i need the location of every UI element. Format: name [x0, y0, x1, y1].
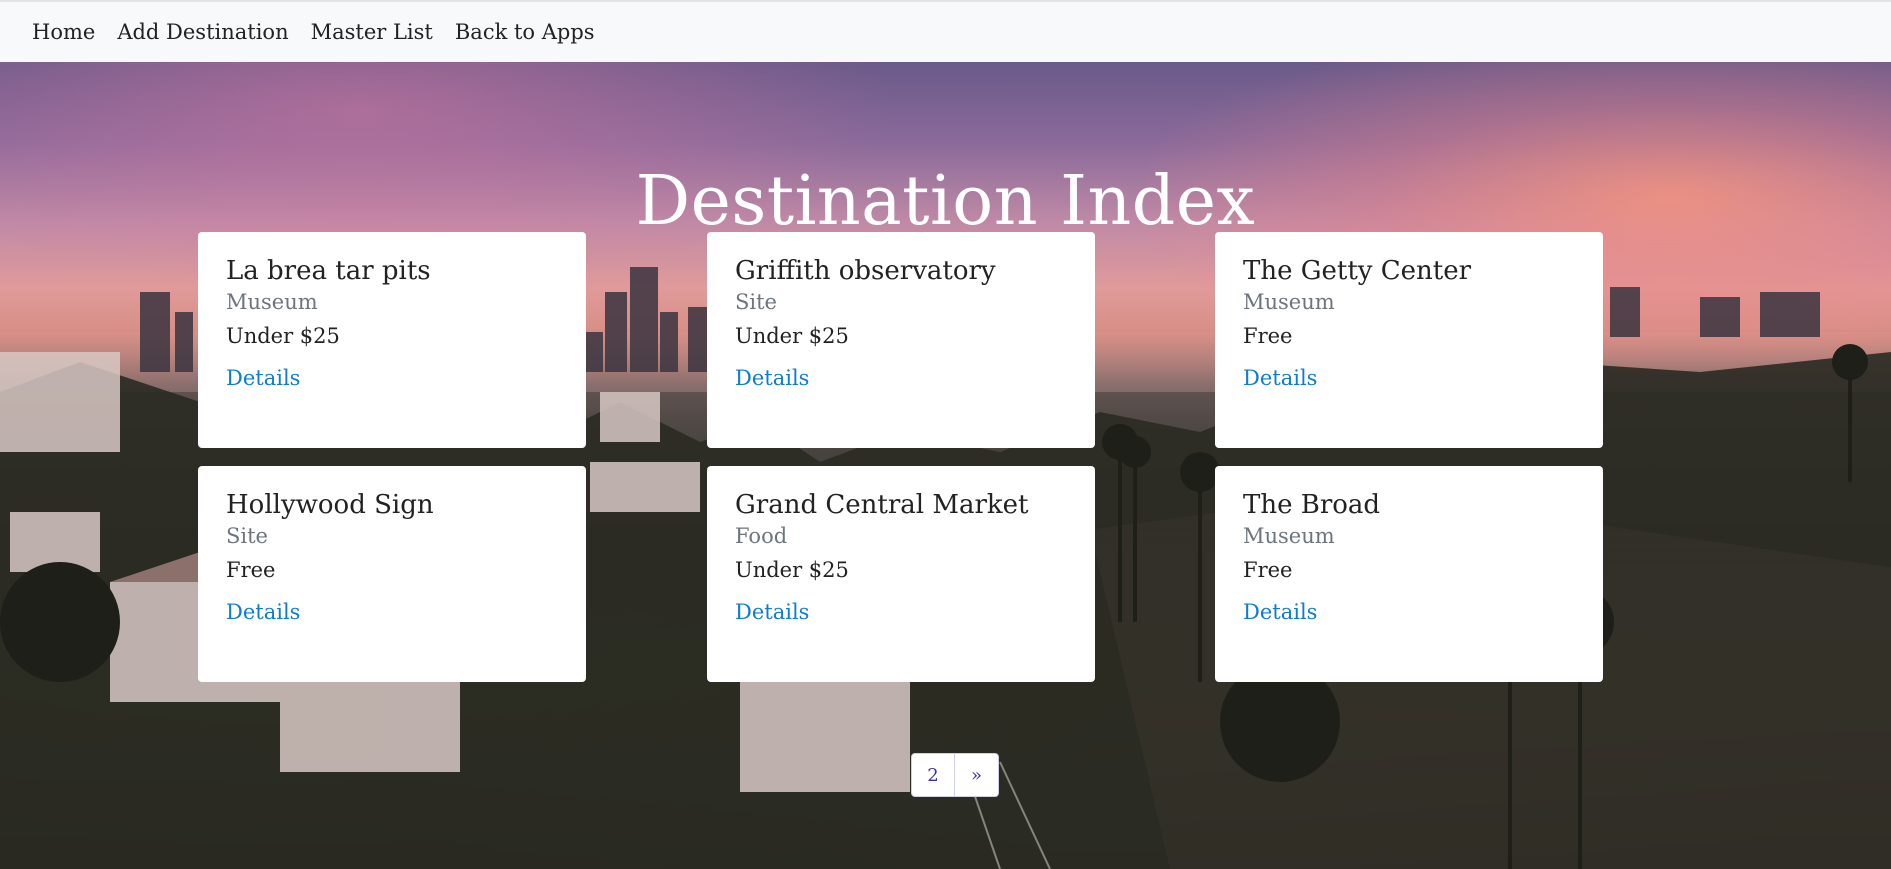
card-price: Under $25	[735, 324, 849, 348]
card-price: Free	[1243, 558, 1293, 582]
pagination-page-2[interactable]: 2	[911, 753, 955, 797]
card-title: Grand Central Market	[735, 490, 1029, 520]
top-navbar: Home Add Destination Master List Back to…	[0, 0, 1891, 62]
card-title: Griffith observatory	[735, 256, 996, 286]
card-price: Under $25	[226, 324, 340, 348]
card-price: Free	[1243, 324, 1293, 348]
card-details-link[interactable]: Details	[735, 600, 809, 624]
nav-back-to-apps-link[interactable]: Back to Apps	[455, 20, 595, 44]
card-category: Site	[226, 524, 268, 548]
card-category: Museum	[1243, 524, 1335, 548]
card-title: The Broad	[1243, 490, 1381, 520]
card-category: Museum	[1243, 290, 1335, 314]
nav-home-link[interactable]: Home	[32, 20, 95, 44]
card-title: La brea tar pits	[226, 256, 431, 286]
card-category: Food	[735, 524, 788, 548]
card-category: Museum	[226, 290, 318, 314]
pagination-next-button[interactable]: »	[955, 753, 999, 797]
destination-card: The Broad Museum Free Details	[1215, 466, 1603, 682]
page-title: Destination Index	[635, 162, 1256, 241]
card-details-link[interactable]: Details	[735, 366, 809, 390]
card-details-link[interactable]: Details	[1243, 366, 1317, 390]
nav-add-destination-link[interactable]: Add Destination	[117, 20, 288, 44]
destination-card: Hollywood Sign Site Free Details	[198, 466, 586, 682]
card-price: Free	[226, 558, 276, 582]
nav-master-list-link[interactable]: Master List	[311, 20, 433, 44]
destination-card: Griffith observatory Site Under $25 Deta…	[707, 232, 1095, 448]
hero-section: Destination Index La brea tar pits Museu…	[0, 62, 1891, 869]
card-price: Under $25	[735, 558, 849, 582]
destination-card: Grand Central Market Food Under $25 Deta…	[707, 466, 1095, 682]
destination-card: The Getty Center Museum Free Details	[1215, 232, 1603, 448]
card-details-link[interactable]: Details	[1243, 600, 1317, 624]
destination-card: La brea tar pits Museum Under $25 Detail…	[198, 232, 586, 448]
card-details-link[interactable]: Details	[226, 366, 300, 390]
pagination: 2 »	[911, 753, 999, 797]
card-category: Site	[735, 290, 777, 314]
card-title: The Getty Center	[1243, 256, 1472, 286]
card-title: Hollywood Sign	[226, 490, 434, 520]
card-details-link[interactable]: Details	[226, 600, 300, 624]
